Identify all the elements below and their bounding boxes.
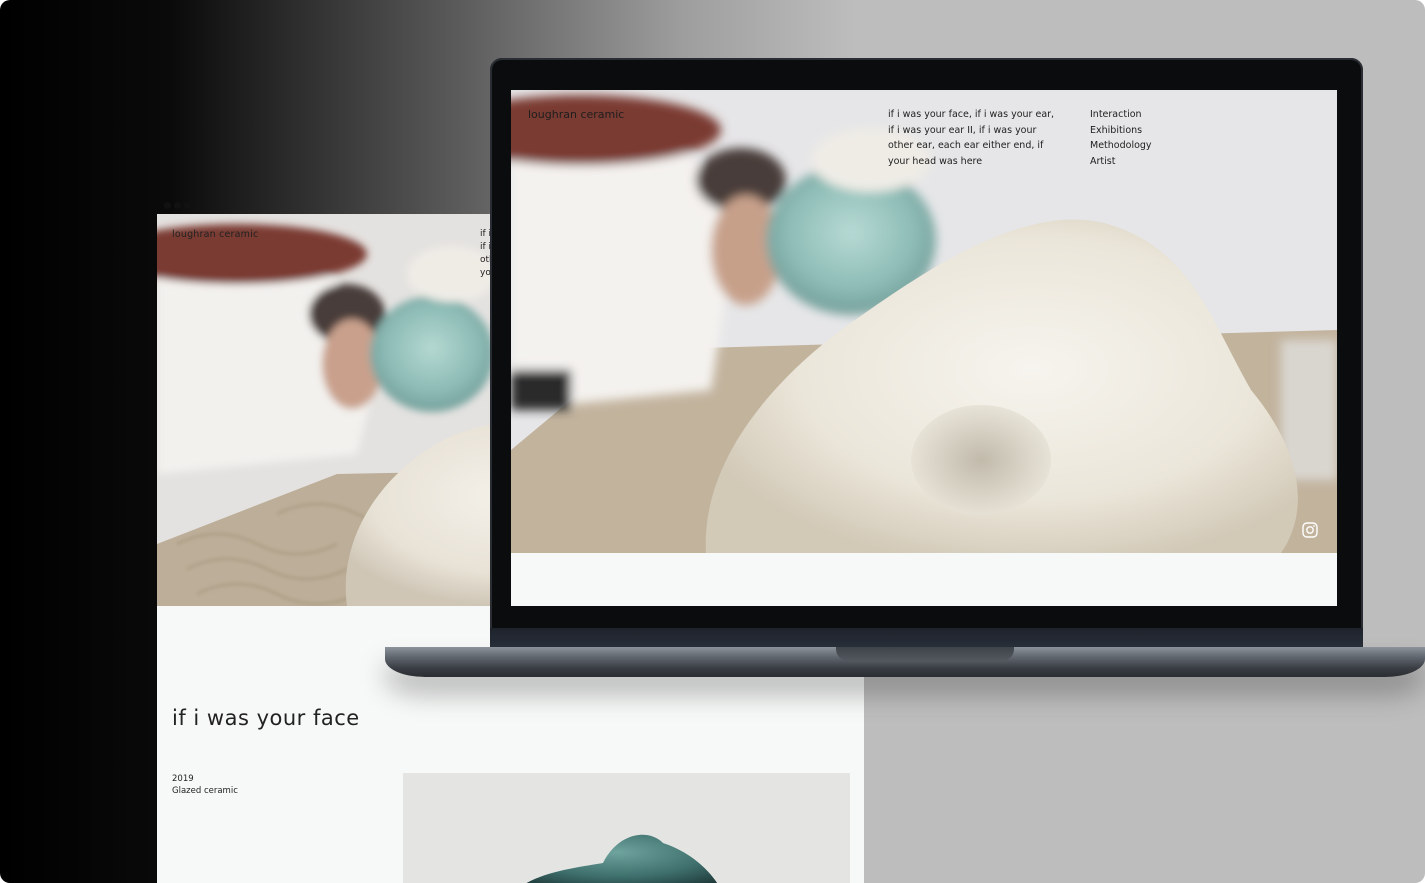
main-nav: Interaction Exhibitions Methodology Arti… [1090, 107, 1152, 169]
nav-item-artist[interactable]: Artist [1090, 154, 1152, 170]
artwork-meta: 2019 Glazed ceramic [172, 773, 238, 797]
window-dot [174, 202, 181, 209]
window-dots-icon [164, 202, 191, 209]
ceramic-photo [403, 773, 850, 883]
page-title: if i was your face [172, 706, 360, 730]
instagram-icon[interactable] [1302, 522, 1318, 538]
artwork-year: 2019 [172, 774, 194, 784]
window-dot [184, 202, 191, 209]
laptop-notch [836, 647, 1014, 661]
poem-text: if i was your face, if i was your ear, i… [888, 109, 1055, 167]
laptop-screen: loughran ceramic if i was your face, if … [511, 90, 1337, 606]
hero-photo: loughran ceramic if i was your face, if … [511, 90, 1337, 553]
site-brand[interactable]: loughran ceramic [528, 108, 624, 121]
nav-item-exhibitions[interactable]: Exhibitions [1090, 123, 1152, 139]
artwork-thumbnail[interactable] [403, 773, 850, 883]
laptop-hinge [490, 628, 1363, 649]
nav-item-methodology[interactable]: Methodology [1090, 138, 1152, 154]
site-brand[interactable]: loughran ceramic [172, 229, 258, 240]
artwork-material: Glazed ceramic [172, 786, 238, 796]
nav-item-interaction[interactable]: Interaction [1090, 107, 1152, 123]
window-dot [164, 202, 171, 209]
showcase-stage: loughran ceramic if i if i oth you if i … [0, 0, 1425, 883]
